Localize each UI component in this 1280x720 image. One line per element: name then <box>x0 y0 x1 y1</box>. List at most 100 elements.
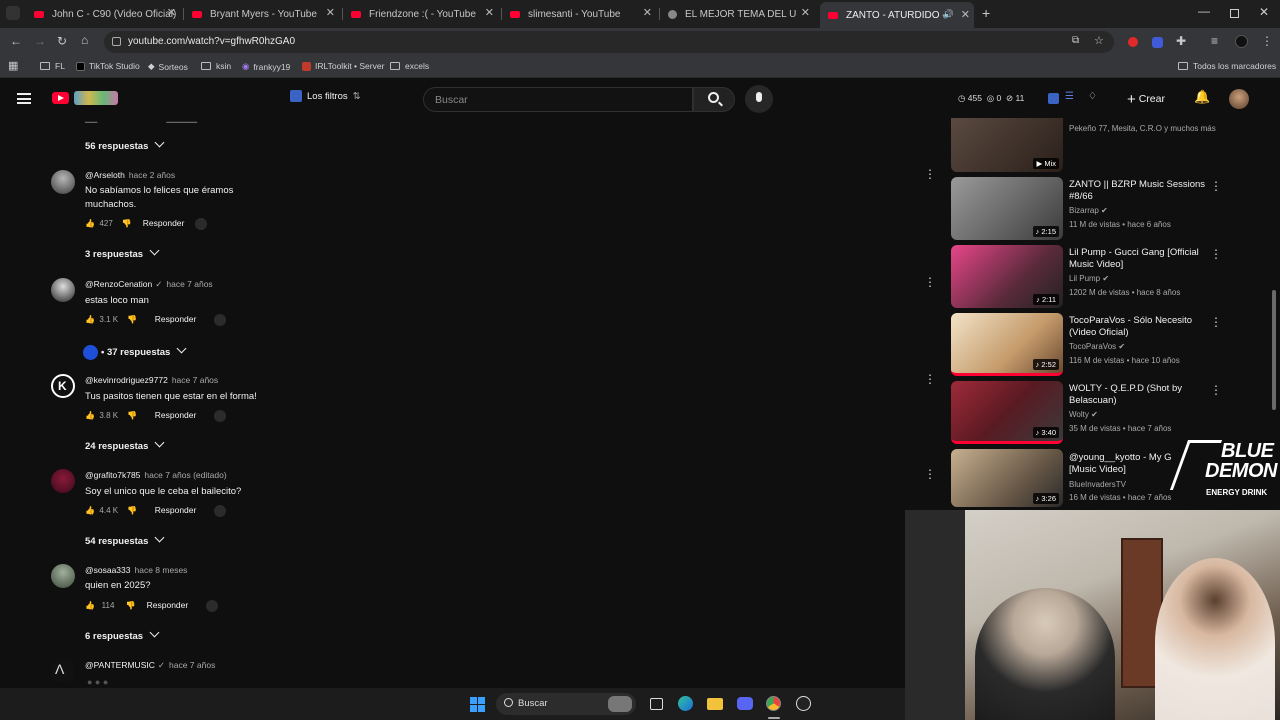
speaker-icon[interactable]: 🔊 <box>943 9 954 20</box>
profile-avatar[interactable] <box>1235 35 1248 48</box>
dislike-icon[interactable]: 👎 <box>126 601 136 610</box>
apps-grid-icon[interactable]: ▦ <box>8 59 18 72</box>
replies-toggle[interactable]: 24 respuestas <box>85 437 165 452</box>
home-icon[interactable]: ⌂ <box>81 33 88 47</box>
like-icon[interactable]: 👍 <box>85 219 95 228</box>
search-button[interactable] <box>693 87 735 112</box>
install-icon[interactable]: ⧉ <box>1072 35 1079 46</box>
site-info-icon[interactable] <box>112 37 121 46</box>
video-channel[interactable]: Lil Pump ✔ <box>1069 274 1109 283</box>
media-controls-icon[interactable]: ≡ <box>1211 34 1218 48</box>
bookmark-frankyy19[interactable]: ◉ frankyy19 <box>242 61 290 72</box>
comment-author[interactable]: @grafito7k785 hace 7 años (editado) <box>85 470 227 480</box>
video-title[interactable]: @young__kyotto - My G [Music Video] <box>1069 452 1179 476</box>
video-thumbnail[interactable]: ♪ 2:52 <box>951 313 1063 376</box>
bookmark-fl[interactable]: FL <box>40 61 65 71</box>
video-thumbnail[interactable]: ♪ 3:40 <box>951 381 1063 444</box>
ai-summary-icon[interactable] <box>214 314 227 326</box>
close-tab-icon[interactable]: ✕ <box>643 6 652 19</box>
more-options-icon[interactable]: ⋮ <box>924 275 936 289</box>
hamburger-menu-icon[interactable] <box>17 93 31 104</box>
avatar[interactable] <box>51 170 75 194</box>
back-icon[interactable]: ← <box>10 34 22 48</box>
extension-icon[interactable] <box>1048 93 1059 104</box>
more-options-icon[interactable]: ⋮ <box>924 167 936 181</box>
ai-summary-icon[interactable] <box>206 600 218 612</box>
chrome-icon[interactable] <box>766 696 781 711</box>
tab-4[interactable]: slimesanti - YouTube ✕ <box>510 4 652 24</box>
extension-blue-icon[interactable] <box>1152 37 1163 48</box>
create-button[interactable]: + Crear <box>1127 91 1165 108</box>
video-thumbnail[interactable]: ♪ 3:26 <box>951 449 1063 507</box>
replies-toggle[interactable]: 6 respuestas <box>85 627 160 642</box>
like-icon[interactable]: 👍 <box>85 315 95 324</box>
video-channel[interactable]: Bizarrap ✔ <box>1069 206 1108 215</box>
extensions-puzzle-icon[interactable]: ✚ <box>1176 34 1186 48</box>
comment-author[interactable]: @kevinrodriguez9772 hace 7 años <box>85 375 218 385</box>
reply-button[interactable]: Responder <box>147 600 189 610</box>
maximize-icon[interactable] <box>1230 9 1239 18</box>
avatar[interactable] <box>51 469 75 493</box>
bookmark-ksin[interactable]: ksin <box>201 61 231 71</box>
diamond-icon[interactable]: ♢ <box>1088 91 1097 102</box>
video-title[interactable]: TocoParaVos - Sólo Necesito (Video Ofici… <box>1069 315 1214 339</box>
address-bar[interactable]: youtube.com/watch?v=gfhwR0hzGA0 ⧉ ☆ <box>104 31 1114 53</box>
comment-author[interactable]: @PANTERMUSIC ✓ hace 7 años <box>85 660 215 671</box>
start-windows-icon[interactable] <box>470 697 485 712</box>
doodle-logo[interactable] <box>74 91 118 105</box>
browser-menu-icon[interactable]: ⋮ <box>1261 34 1273 48</box>
new-tab-icon[interactable]: + <box>982 5 990 21</box>
all-bookmarks[interactable]: Todos los marcadores <box>1178 61 1276 71</box>
tab-5[interactable]: EL MEJOR TEMA DEL UNDER B✕ <box>668 4 810 24</box>
more-options-icon[interactable]: ⋮ <box>924 372 936 386</box>
comment-author[interactable]: @RenzoCenation ✓ hace 7 años <box>85 279 213 290</box>
tab-6-active[interactable]: ZANTO - ATURDIDO - YouT🔊✕ <box>820 2 974 28</box>
avatar[interactable] <box>51 564 75 588</box>
replies-toggle[interactable]: 56 respuestas <box>85 137 165 152</box>
task-view-icon[interactable] <box>650 698 663 710</box>
like-icon[interactable]: 👍 <box>85 601 95 610</box>
tab-list-chevron-icon[interactable] <box>6 6 20 20</box>
reply-button[interactable]: Responder <box>143 218 185 228</box>
close-tab-icon[interactable]: ✕ <box>167 6 176 19</box>
close-tab-icon[interactable]: ✕ <box>961 8 970 21</box>
comment-author[interactable]: @Arseloth hace 2 años <box>85 170 175 180</box>
youtube-logo[interactable] <box>52 92 69 104</box>
like-icon[interactable]: 👍 <box>85 506 95 515</box>
extension-red-icon[interactable] <box>1128 37 1138 47</box>
video-title[interactable]: ZANTO || BZRP Music Sessions #8/66 <box>1069 179 1214 203</box>
video-channel[interactable]: TocoParaVos ✔ <box>1069 342 1125 351</box>
replies-toggle[interactable]: • 37 respuestas <box>83 343 187 360</box>
close-tab-icon[interactable]: ✕ <box>326 6 335 19</box>
discord-icon[interactable] <box>737 697 753 710</box>
forward-icon[interactable]: → <box>34 34 46 48</box>
video-thumbnail[interactable]: ♪ 2:15 <box>951 177 1063 240</box>
bookmark-tiktok-studio[interactable]: TikTok Studio <box>76 61 140 71</box>
tab-2[interactable]: Bryant Myers - YouTube ✕ <box>192 4 335 24</box>
reload-icon[interactable]: ↻ <box>57 34 67 48</box>
video-channel[interactable]: BlueInvadersTV <box>1069 480 1126 489</box>
ai-summary-icon[interactable] <box>214 410 227 422</box>
reply-button[interactable]: Responder <box>155 314 197 324</box>
obs-icon[interactable] <box>796 696 811 711</box>
video-title[interactable]: WOLTY - Q.E.P.D (Shot by Belascuan) <box>1069 383 1214 407</box>
comment-author[interactable]: @sosaa333 hace 8 meses <box>85 565 187 575</box>
video-thumbnail[interactable]: ♪ 2:11 <box>951 245 1063 308</box>
filters-button[interactable]: Los filtros ⇅ <box>290 90 361 102</box>
replies-toggle[interactable]: 54 respuestas <box>85 532 165 547</box>
reply-button[interactable]: Responder <box>155 505 197 515</box>
video-options-icon[interactable]: ⋮ <box>1210 179 1222 193</box>
avatar[interactable]: Λ <box>51 659 75 683</box>
close-tab-icon[interactable]: ✕ <box>801 6 810 19</box>
dislike-icon[interactable]: 👎 <box>127 506 137 515</box>
avatar[interactable] <box>51 278 75 302</box>
video-options-icon[interactable]: ⋮ <box>1210 315 1222 329</box>
like-icon[interactable]: 👍 <box>85 411 95 420</box>
list-icon[interactable]: ☰ <box>1065 91 1074 102</box>
bookmark-star-icon[interactable]: ☆ <box>1094 34 1104 47</box>
ai-summary-icon[interactable] <box>214 505 227 517</box>
account-avatar[interactable] <box>1229 89 1249 109</box>
bookmark-excels[interactable]: excels <box>390 61 429 71</box>
tab-3[interactable]: Friendzone :( - YouTube ✕ <box>351 4 494 24</box>
close-window-icon[interactable]: ✕ <box>1259 5 1269 19</box>
